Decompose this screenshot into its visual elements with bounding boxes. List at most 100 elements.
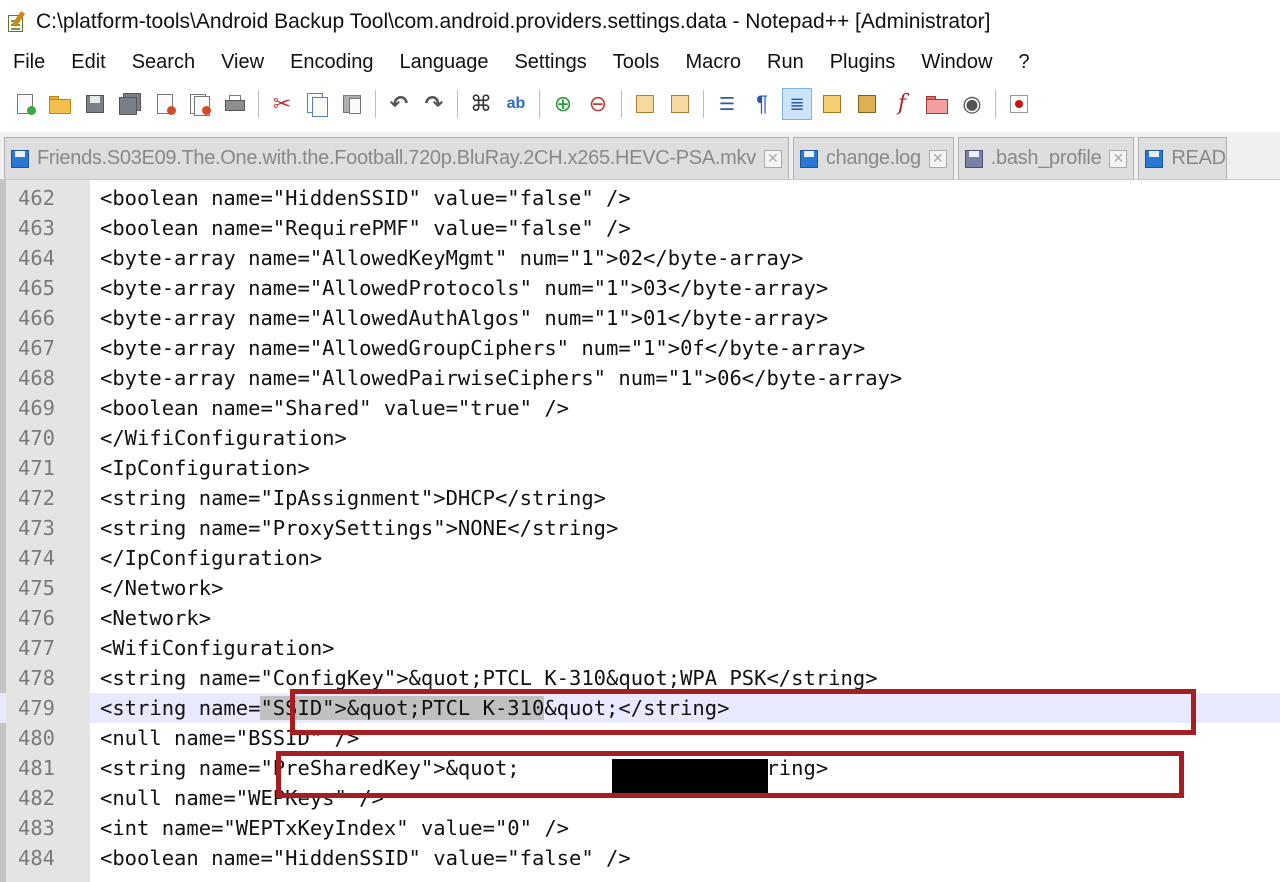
user-defined-language-button[interactable] (817, 88, 847, 120)
show-all-characters-button[interactable]: ¶ (747, 88, 777, 120)
line-text: <byte-array name="AllowedKeyMgmt" num="1… (100, 246, 804, 270)
save-all-button[interactable] (115, 88, 145, 120)
tab-label: Friends.S03E09.The.One.with.the.Football… (37, 147, 756, 169)
document-map-button[interactable] (852, 88, 882, 120)
close-icon[interactable]: ✕ (763, 149, 782, 168)
code-line[interactable]: 472 <string name="IpAssignment">DHCP</str… (0, 483, 1280, 513)
menu-encoding[interactable]: Encoding (277, 51, 386, 74)
line-text: </Network> (100, 576, 224, 600)
editor[interactable]: 462 <boolean name="HiddenSSID" value="fal… (0, 180, 1280, 882)
code-line[interactable]: 464 <byte-array name="AllowedKeyMgmt" num… (0, 243, 1280, 273)
find-button[interactable]: ⌘ (466, 88, 496, 120)
code-line[interactable]: 483 <int name="WEPTxKeyIndex" value="0" /… (0, 813, 1280, 843)
code-line[interactable]: 465 <byte-array name="AllowedProtocols" n… (0, 273, 1280, 303)
print-button[interactable] (220, 88, 250, 120)
function-list-button[interactable]: f (887, 88, 917, 120)
folder-as-workspace-icon (925, 92, 949, 116)
paste-button[interactable] (337, 88, 367, 120)
word-wrap-button[interactable]: ☰ (712, 88, 742, 120)
zoom-out-button[interactable]: ⊖ (583, 88, 613, 120)
replace-button[interactable]: ab (501, 88, 531, 120)
tab-change-log[interactable]: change.log ✕ (792, 137, 954, 179)
undo-icon: ↶ (389, 91, 409, 116)
file-icon (1143, 148, 1165, 170)
undo-button[interactable]: ↶ (384, 88, 414, 120)
sync-vertical-button[interactable] (630, 88, 660, 120)
menu-plugins[interactable]: Plugins (817, 51, 909, 74)
code-line[interactable]: 468 <byte-array name="AllowedPairwiseCiph… (0, 363, 1280, 393)
line-number: 466 (6, 303, 90, 333)
menu-language[interactable]: Language (386, 51, 501, 74)
save-all-icon (118, 92, 142, 116)
indent-guide-icon: ≣ (789, 94, 805, 114)
code-line[interactable]: 474 </IpConfiguration> (0, 543, 1280, 573)
tab-readme[interactable]: READ (1138, 137, 1227, 179)
code-line[interactable]: 462 <boolean name="HiddenSSID" value="fal… (0, 183, 1280, 213)
menu-run[interactable]: Run (754, 51, 817, 74)
file-icon (963, 148, 985, 170)
indent-guide-button[interactable]: ≣ (782, 88, 812, 120)
toolbar-separator (539, 90, 540, 118)
code-line[interactable]: 466 <byte-array name="AllowedAuthAlgos" n… (0, 303, 1280, 333)
code-line[interactable]: 476 <Network> (0, 603, 1280, 633)
line-number: 480 (6, 723, 90, 753)
monitoring-button[interactable]: ◉ (957, 88, 987, 120)
code-line[interactable]: 467 <byte-array name="AllowedGroupCiphers… (0, 333, 1280, 363)
line-number: 474 (6, 543, 90, 573)
tab-bash-profile[interactable]: .bash_profile ✕ (957, 137, 1135, 179)
close-button[interactable] (150, 88, 180, 120)
code-line[interactable]: 471 <IpConfiguration> (0, 453, 1280, 483)
line-text: <boolean name="RequirePMF" value="false"… (100, 216, 631, 240)
function-list-icon: f (897, 91, 907, 116)
tab-friends-mkv[interactable]: Friends.S03E09.The.One.with.the.Football… (4, 137, 789, 179)
menu-bar: File Edit Search View Encoding Language … (0, 44, 1280, 80)
close-icon[interactable]: ✕ (1109, 149, 1128, 168)
code-line[interactable]: 473 <string name="ProxySettings">NONE</st… (0, 513, 1280, 543)
folder-as-workspace-button[interactable] (922, 88, 952, 120)
close-icon[interactable]: ✕ (928, 149, 947, 168)
sync-horizontal-icon (668, 92, 692, 116)
save-button[interactable] (80, 88, 110, 120)
new-file-button[interactable] (10, 88, 40, 120)
code-line[interactable]: 484 <boolean name="HiddenSSID" value="fal… (0, 843, 1280, 873)
line-text: </WifiConfiguration> (100, 426, 347, 450)
menu-tools[interactable]: Tools (600, 51, 673, 74)
menu-settings[interactable]: Settings (501, 51, 599, 74)
zoom-out-icon: ⊖ (588, 91, 608, 116)
window-title: C:\platform-tools\Android Backup Tool\co… (36, 10, 991, 33)
line-text: <byte-array name="AllowedProtocols" num=… (100, 276, 829, 300)
code-line[interactable]: 463 <boolean name="RequirePMF" value="fal… (0, 213, 1280, 243)
cut-button[interactable]: ✂ (267, 88, 297, 120)
copy-icon (305, 92, 329, 117)
menu-file[interactable]: File (0, 51, 58, 74)
line-number: 476 (6, 603, 90, 633)
toolbar-separator (258, 90, 259, 118)
code-line[interactable]: 477 <WifiConfiguration> (0, 633, 1280, 663)
redo-button[interactable]: ↷ (419, 88, 449, 120)
menu-macro[interactable]: Macro (672, 51, 754, 74)
zoom-in-button[interactable]: ⊕ (548, 88, 578, 120)
open-file-button[interactable] (45, 88, 75, 120)
menu-view[interactable]: View (208, 51, 277, 74)
sync-horizontal-button[interactable] (665, 88, 695, 120)
line-number: 478 (6, 663, 90, 693)
menu-search[interactable]: Search (119, 51, 208, 74)
menu-window[interactable]: Window (908, 51, 1005, 74)
close-all-button[interactable] (185, 88, 215, 120)
code-line[interactable]: 469 <boolean name="Shared" value="true" /… (0, 393, 1280, 423)
menu-help[interactable]: ? (1005, 51, 1042, 74)
line-number: 472 (6, 483, 90, 513)
line-number: 481 (6, 753, 90, 783)
start-recording-button[interactable] (1004, 88, 1034, 120)
toolbar-separator (621, 90, 622, 118)
copy-button[interactable] (302, 88, 332, 120)
line-number: 465 (6, 273, 90, 303)
toolbar-separator (457, 90, 458, 118)
menu-edit[interactable]: Edit (58, 51, 118, 74)
line-text: <int name="WEPTxKeyIndex" value="0" /> (100, 816, 569, 840)
open-file-icon (48, 92, 72, 116)
line-number: 482 (6, 783, 90, 813)
code-line[interactable]: 470 </WifiConfiguration> (0, 423, 1280, 453)
line-number: 477 (6, 633, 90, 663)
code-line[interactable]: 475 </Network> (0, 573, 1280, 603)
